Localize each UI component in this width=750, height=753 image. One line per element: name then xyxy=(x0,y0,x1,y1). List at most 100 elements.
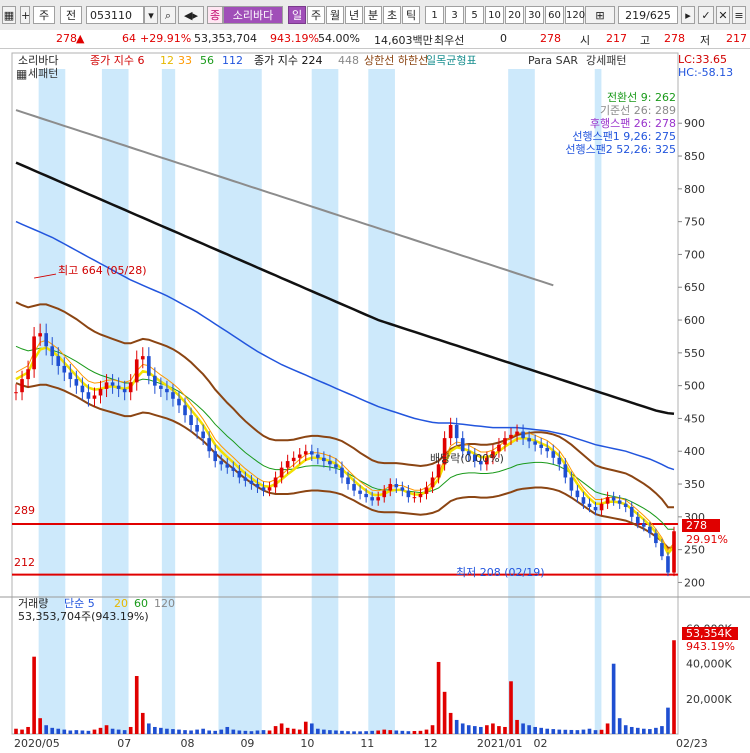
price-tag-pct: 29.91% xyxy=(686,533,728,546)
volume-bar xyxy=(497,726,501,734)
volume-bar xyxy=(382,729,387,734)
legend-ma-12: 12 xyxy=(160,54,174,67)
candle-body xyxy=(153,375,157,386)
candle-body xyxy=(255,484,260,488)
period-tab-1[interactable]: 주 xyxy=(307,6,325,24)
expand-icon[interactable]: + xyxy=(20,6,30,24)
period-tab-0[interactable]: 일 xyxy=(288,6,306,24)
candle-body xyxy=(201,431,205,439)
legend-ma-label: 종가 지수 6 xyxy=(90,54,144,67)
current-value: 278 xyxy=(540,32,561,45)
code-input[interactable]: 053110 xyxy=(86,6,144,24)
volume-current: 53,353,704주(943.19%) xyxy=(18,610,149,623)
volume-bar xyxy=(611,663,616,734)
candle-body xyxy=(50,346,55,357)
zoom-icon[interactable]: ⊞ xyxy=(585,6,615,24)
candle-body xyxy=(237,470,242,478)
candle-body xyxy=(460,438,465,452)
candle-body xyxy=(110,382,115,386)
volume-bar xyxy=(424,729,429,734)
candle-body xyxy=(394,484,399,488)
interval-3[interactable]: 3 xyxy=(445,6,464,24)
interval-30[interactable]: 30 xyxy=(525,6,544,24)
interval-1[interactable]: 1 xyxy=(425,6,444,24)
interval-60[interactable]: 60 xyxy=(545,6,564,24)
change-pct: +29.91% xyxy=(140,32,192,45)
search-icon[interactable]: ⌕ xyxy=(160,6,176,24)
volume-bar xyxy=(303,721,308,734)
x-tick: 07 xyxy=(117,737,131,750)
volume-bar xyxy=(581,729,586,734)
volume-bar xyxy=(648,729,652,734)
volume-bar xyxy=(189,730,193,734)
candle-body xyxy=(346,477,350,485)
candle-body xyxy=(352,484,356,491)
x-tick: 11 xyxy=(360,737,374,750)
volume-bar xyxy=(92,729,97,734)
price-tick: 500 xyxy=(684,380,705,393)
candle-body xyxy=(382,490,387,498)
price-tick: 800 xyxy=(684,183,705,196)
volume-bar xyxy=(207,730,211,734)
period-tab-6[interactable]: 틱 xyxy=(402,6,420,24)
period-type-select[interactable]: 전 xyxy=(60,6,82,24)
volume-bar xyxy=(14,728,18,734)
volume-bar xyxy=(515,719,519,734)
high-value: 278 xyxy=(664,32,685,45)
candle-body xyxy=(92,395,97,399)
candle-body xyxy=(74,379,79,386)
x-tick: 2020/05 xyxy=(14,737,60,750)
volume-bar xyxy=(666,707,670,734)
volume-bar xyxy=(62,729,67,734)
volume-bar xyxy=(376,730,381,734)
volume-bar xyxy=(340,730,344,734)
volume-bar xyxy=(146,723,151,734)
x-tick: 09 xyxy=(240,737,254,750)
chevron-down-icon[interactable]: ▾ xyxy=(144,6,158,24)
period-tab-3[interactable]: 년 xyxy=(345,6,363,24)
pin-icon[interactable]: ✓ xyxy=(698,6,714,24)
period-tab-2[interactable]: 월 xyxy=(326,6,344,24)
period-tab-5[interactable]: 초 xyxy=(383,6,401,24)
candle-body xyxy=(660,543,664,557)
volume-bar xyxy=(231,729,236,734)
volume-bar xyxy=(201,728,205,734)
menu-icon[interactable]: ≡ xyxy=(732,6,746,24)
interval-10[interactable]: 10 xyxy=(485,6,504,24)
candle-body xyxy=(86,392,91,399)
volume-bar xyxy=(334,730,338,734)
price-tick: 200 xyxy=(684,576,705,589)
volume-bar xyxy=(297,729,302,734)
ichimoku-line-5: 선행스팬2 52,26: 325 xyxy=(565,143,676,156)
candle-body xyxy=(189,415,193,425)
candle-body xyxy=(581,497,586,504)
volume-bar xyxy=(623,725,628,734)
ichimoku-line-2: 기준선 26: 289 xyxy=(600,104,676,117)
interval-5[interactable]: 5 xyxy=(465,6,484,24)
candle-body xyxy=(62,365,67,373)
period-tab-4[interactable]: 분 xyxy=(364,6,382,24)
volume-bar xyxy=(521,723,525,734)
candle-body xyxy=(406,490,411,498)
volume-bar xyxy=(545,728,550,734)
interval-20[interactable]: 20 xyxy=(505,6,524,24)
candle-body xyxy=(370,497,374,501)
chevron-right-icon[interactable]: ▸ xyxy=(681,6,695,24)
interval-120[interactable]: 120 xyxy=(565,6,585,24)
volume-bar xyxy=(26,726,30,734)
market-select[interactable]: 주 xyxy=(33,6,55,24)
price-chart-svg[interactable]: 2002503003504004505005506006507007508008… xyxy=(0,49,750,750)
candle-body xyxy=(316,454,320,458)
layout-icon[interactable]: ▦ xyxy=(2,6,16,24)
sound-icon[interactable]: ◀▸ xyxy=(178,6,204,24)
price-tick: 700 xyxy=(684,248,705,261)
stock-name[interactable]: 소리바다 xyxy=(223,6,283,24)
candle-body xyxy=(623,503,628,507)
volume-bar xyxy=(328,730,332,734)
volume-bar xyxy=(364,731,368,734)
chart-area[interactable]: 200 250 300 350 400 450 500 550 600 650 700 750 800 8… xyxy=(0,49,750,750)
close-icon[interactable]: ✕ xyxy=(716,6,730,24)
candle-body xyxy=(322,457,326,462)
volume-bar xyxy=(255,730,260,734)
candle-body xyxy=(551,451,556,458)
